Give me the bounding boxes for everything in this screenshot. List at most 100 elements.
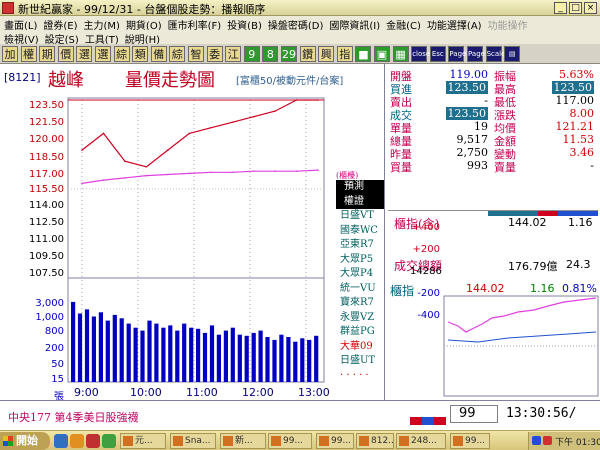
toolbar-button-8[interactable]: 備 [150,46,167,62]
maximize-button[interactable]: □ [569,2,582,14]
quote-value: 123.50 [438,107,488,120]
toolbar-button-14[interactable]: 8 [262,46,279,62]
toolbar-button-23[interactable]: Esc [429,46,446,62]
warrant-item[interactable]: 日盛VT [336,209,384,224]
warrant-item[interactable]: 永豐VZ [336,311,384,326]
taskbar-item[interactable]: 新... [220,433,266,449]
volume-bar [237,334,242,382]
mini-avg-line [447,331,597,343]
warrant-item[interactable]: 權證 [336,194,384,209]
warrant-item[interactable]: 群益PG [336,325,384,340]
system-tray: 下午 01:30 [528,432,600,450]
toolbar-button-17[interactable]: 興 [318,46,335,62]
warrant-item[interactable]: 統一VU [336,282,384,297]
toolbar-button-21[interactable]: ▦ [392,46,409,62]
quote-value: 121.21 [526,120,595,133]
toolbar-button-25[interactable]: Page [467,46,485,62]
quote-row: 昨量 2,750 變動 3.46 [386,146,600,161]
index-change: 1.16 [568,216,593,229]
taskbar-app-icon [173,436,183,446]
toolbar-button-19[interactable]: ■ [355,46,372,62]
start-button[interactable]: 開始 [0,432,50,450]
toolbar-button-7[interactable]: 類 [132,46,149,62]
taskbar-item[interactable]: 99... [316,433,354,449]
taskbar-item[interactable]: Sna... [170,433,216,449]
toolbar-button-13[interactable]: 9 [243,46,260,62]
tray-network-icon[interactable] [532,436,541,445]
toolbar-button-11[interactable]: 委 [206,46,223,62]
chart-area: [8121] 越峰 量價走勢圖 [富櫃50/被動元件/台案] 123.50 121… [0,64,385,403]
quicklaunch-ie-icon[interactable] [54,434,68,448]
legend-note: (櫃檯) [336,171,359,180]
volume-bar [209,325,215,382]
close-button[interactable]: × [584,2,597,14]
volume-bar [244,335,249,382]
toolbar-button-3[interactable]: 價 [57,46,74,62]
warrant-item[interactable]: 國泰WC [336,224,384,239]
tray-volume-icon[interactable] [543,436,552,445]
toolbar-button-26[interactable]: Scale [485,46,505,62]
toolbar-button-4[interactable]: 選 [76,46,93,62]
toolbar-button-18[interactable]: 指 [336,46,353,62]
title-bar: 新世紀贏家 - 99/12/31 - 台盤個股走勢：播報順序 _ □ × [0,0,600,16]
warrant-item[interactable]: 大眾P4 [336,267,384,282]
turnover-value: 176.79億 [508,260,558,273]
toolbar-button-20[interactable]: ▣ [374,46,390,62]
quote-value: 9,517 [438,133,489,146]
series-point-avg [102,179,105,181]
toolbar-button-5[interactable]: 選 [95,46,111,62]
toolbar-button-22[interactable]: close [411,46,430,62]
volume-bar [154,323,159,382]
quote-value-text: 2,750 [456,146,489,159]
stock-code-input[interactable]: 99 [450,405,498,423]
price-volume-chart[interactable] [0,64,385,400]
warrant-item[interactable]: · · · · · [336,369,384,384]
series-point-price [102,132,105,135]
toolbar-button-10[interactable]: 智 [188,46,204,62]
toolbar-button-9[interactable]: 綜 [169,46,186,62]
news-ticker[interactable]: 中央177 第4季美日股強襪 [8,409,139,425]
toolbar-button-12[interactable]: 江 [225,46,242,62]
warrant-item[interactable]: 亞東R7 [336,238,384,253]
quote-value: 8.00 [526,107,595,120]
toolbar-button-15[interactable]: 29 [281,46,297,62]
quicklaunch-folder-icon[interactable] [70,434,84,448]
taskbar-item[interactable]: 99... [450,433,490,449]
warrant-item[interactable]: 大華09 [336,340,384,355]
otc-index-mini-chart[interactable]: 櫃指 144.02 1.16 0.81% +400 +200 14286 -200 -4… [388,222,600,398]
warrant-item[interactable]: 寶來R7 [336,296,384,311]
toolbar-button-2[interactable]: 期 [39,46,56,62]
taskbar-item[interactable]: 248... [396,433,446,449]
toolbar: 加權期價選選綜類備綜智委江 9 8 29 鑽興指 ■ ▣ ▦ close Esc Page Page S… [0,44,600,64]
series-point-avg [167,173,169,176]
warrant-item[interactable]: 預測 [336,180,384,195]
quicklaunch-app-icon[interactable] [86,434,100,448]
quote-label: 買量 [390,161,412,174]
quicklaunch-desktop-icon[interactable] [102,434,116,448]
warrant-item[interactable]: 日盛UT [336,354,384,369]
series-point-price [81,149,83,151]
toolbar-button-16[interactable]: 鑽 [299,46,316,62]
turnover-change: 24.3 [566,258,591,271]
toolbar-button-24[interactable]: Page [448,46,466,62]
toolbar-button-0[interactable]: 加 [2,46,18,62]
quote-value-text: 11.53 [562,133,595,146]
toolbar-button-6[interactable]: 綜 [113,46,130,62]
taskbar-item[interactable]: 元... [120,433,166,449]
toolbar-button-1[interactable]: 權 [20,46,37,62]
toolbar-button-27[interactable]: ▤ [504,46,521,62]
taskbar-item[interactable]: 812... [356,433,394,449]
quote-value: 123.50 [526,81,594,94]
volume-bar [279,334,284,382]
taskbar-app-icon [319,436,329,446]
quote-value-text: 3.46 [569,146,595,159]
bid-ask-strip [488,201,598,216]
menu-bar-main: 畫面(L) 證券(E) 主力(M) 期貨(O) 匯市利率(F) 投資(B) 操盤密碼(D) 國… [0,16,600,32]
quote-value-text: 8.00 [569,107,595,120]
volume-bar [251,332,256,382]
warrant-item[interactable]: 大眾P5 [336,253,384,268]
mini-tick-label: 14286 [410,266,442,277]
taskbar-item[interactable]: 99... [268,433,312,449]
minimize-button[interactable]: _ [554,2,567,14]
series-point-avg [124,177,126,179]
